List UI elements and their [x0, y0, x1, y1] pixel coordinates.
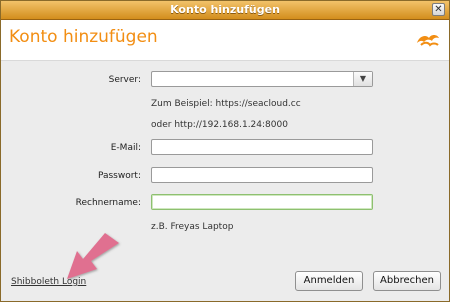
email-field[interactable] [151, 139, 373, 155]
computer-name-hint: z.B. Freyas Laptop [151, 222, 234, 232]
password-field[interactable] [151, 167, 373, 183]
add-account-dialog: Konto hinzufügen ✕ Konto hinzufügen Serv… [0, 0, 450, 302]
server-hint-line2: oder http://192.168.1.24:8000 [151, 120, 288, 130]
server-hint-line1: Zum Beispiel: https://seacloud.cc [151, 99, 301, 109]
chevron-down-icon[interactable]: ▼ [353, 72, 372, 86]
email-label: E-Mail: [110, 143, 141, 153]
computer-name-field[interactable] [151, 194, 373, 210]
title-bar[interactable]: Konto hinzufügen ✕ [1, 1, 449, 20]
server-combobox[interactable]: ▼ [151, 71, 373, 87]
seafile-logo-icon [417, 35, 439, 47]
login-button[interactable]: Anmelden [295, 271, 363, 291]
close-icon[interactable]: ✕ [432, 3, 445, 16]
window-title: Konto hinzufügen [170, 3, 280, 16]
computer-name-label: Rechnername: [75, 198, 141, 208]
page-title: Konto hinzufügen [9, 27, 158, 47]
dialog-header: Konto hinzufügen [1, 20, 449, 61]
password-label: Passwort: [97, 171, 141, 181]
cancel-button[interactable]: Abbrechen [373, 271, 441, 291]
shibboleth-login-link[interactable]: Shibboleth Login [11, 277, 86, 287]
server-label: Server: [108, 75, 141, 85]
